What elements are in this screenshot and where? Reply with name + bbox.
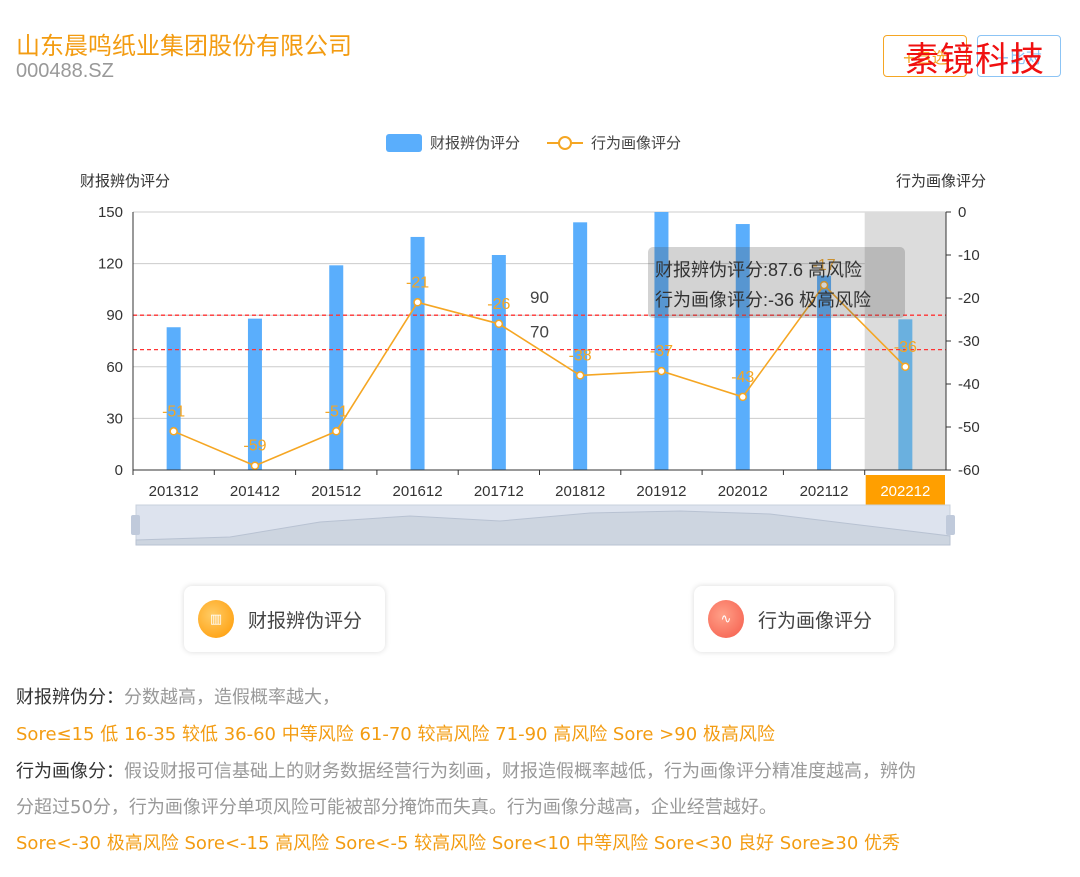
behavior-score-label: 行为画像评分 — [758, 609, 873, 632]
left-tick-label: 30 — [106, 410, 123, 427]
line-point-201612[interactable] — [413, 298, 422, 307]
right-tick-label: -30 — [958, 333, 980, 350]
line-data-label: -36 — [894, 339, 917, 356]
x-tick-label[interactable]: 201312 — [149, 483, 199, 500]
right-tick-label: -60 — [958, 462, 980, 479]
legend[interactable]: 财报辨伪评分 行为画像评分 — [386, 134, 681, 152]
right-tick-label: -20 — [958, 290, 980, 307]
right-axis-title: 行为画像评分 — [896, 173, 986, 190]
legend-bar-swatch — [386, 134, 422, 152]
legend-bar-label: 财报辨伪评分 — [430, 135, 520, 152]
line-data-label: -43 — [731, 369, 754, 386]
line-point-201412[interactable] — [250, 461, 260, 470]
right-tick-label: -40 — [958, 376, 980, 393]
bar-201312[interactable] — [166, 327, 181, 470]
left-tick-label: 60 — [106, 359, 123, 376]
line-point-202012[interactable] — [738, 392, 747, 402]
line-data-label: -37 — [650, 343, 673, 360]
x-tick-label[interactable]: 201812 — [555, 483, 605, 500]
bar-201812[interactable] — [573, 222, 588, 470]
right-tick-label: -10 — [958, 247, 980, 264]
x-tick-label[interactable]: 201712 — [474, 483, 524, 500]
compare-button[interactable]: +比对 — [977, 35, 1061, 77]
x-tick-label[interactable]: 201512 — [311, 483, 361, 500]
line-data-label: -38 — [569, 347, 592, 364]
line-chart-icon: ∿ — [708, 600, 744, 638]
line-point-202212[interactable] — [901, 362, 910, 372]
score-chart[interactable]: 财报辨伪评分 行为画像评分 财报辨伪评分 行为画像评分 90 70 -51 -59 -5… — [0, 120, 1080, 560]
add-watchlist-button[interactable]: +自选 — [883, 35, 967, 77]
left-axis-title: 财报辨伪评分 — [80, 173, 170, 190]
behavior-score-tab[interactable]: ∿ 行为画像评分 — [694, 586, 894, 652]
legend-line-swatch — [558, 136, 572, 150]
line-point-201312[interactable] — [169, 427, 178, 436]
left-tick-label: 120 — [98, 256, 123, 273]
threshold-label: 90 — [530, 288, 549, 307]
financial-score-tab[interactable]: ▥ 财报辨伪评分 — [184, 586, 385, 652]
company-name: 山东晨鸣纸业集团股份有限公司 — [16, 32, 352, 60]
financial-score-label: 财报辨伪评分 — [248, 609, 363, 632]
tooltip-line-2: 行为画像评分:-36 极高风险 — [655, 290, 871, 310]
threshold-label: 70 — [530, 323, 549, 342]
line-point-201512[interactable] — [332, 427, 341, 436]
line-point-201812[interactable] — [575, 371, 585, 380]
bar-201612[interactable] — [410, 236, 425, 470]
line-data-label: -26 — [487, 296, 510, 313]
zoom-handle-left[interactable] — [131, 515, 140, 535]
left-tick-label: 150 — [98, 204, 123, 221]
legend-line-label: 行为画像评分 — [591, 135, 681, 152]
line-data-label: -51 — [325, 403, 348, 420]
line-data-label: -21 — [406, 274, 429, 291]
zoom-handle-right[interactable] — [946, 515, 955, 535]
data-zoom-slider[interactable] — [131, 504, 955, 546]
line-point-201912[interactable] — [657, 366, 666, 376]
bar-chart-icon: ▥ — [198, 600, 234, 638]
line-point-201712[interactable] — [494, 319, 504, 329]
bar-201712[interactable] — [491, 255, 506, 470]
right-tick-label: 0 — [958, 204, 966, 221]
line-data-label: -51 — [162, 403, 185, 420]
x-tick-label[interactable]: 201912 — [636, 483, 686, 500]
stock-code: 000488.SZ — [16, 60, 114, 82]
behavior-scale: Sore<-30 极高风险 Sore<-15 高风险 Sore<-5 较高风险 … — [16, 833, 900, 854]
x-tick-label[interactable]: 202012 — [718, 483, 768, 500]
left-tick-label: 0 — [115, 462, 123, 479]
behavior-note: 行为画像分：假设财报可信基础上的财务数据经营行为刻画，财报造假概率越低，行为画像… — [16, 761, 916, 782]
line-data-label: -59 — [243, 438, 266, 455]
financial-scale: Sore≤15 低 16-35 较低 36-60 中等风险 61-70 较高风险… — [16, 724, 775, 745]
behavior-note-cont: 分超过50分，行为画像评分单项风险可能被部分掩饰而失真。行为画像分越高，企业经营… — [16, 797, 777, 818]
x-tick-label[interactable]: 202112 — [800, 483, 849, 500]
x-tick-label[interactable]: 201412 — [230, 483, 280, 500]
tooltip: 财报辨伪评分:87.6 高风险 行为画像评分:-36 极高风险 — [648, 247, 905, 318]
left-tick-label: 90 — [106, 307, 123, 324]
right-tick-label: -50 — [958, 419, 980, 436]
tooltip-line-1: 财报辨伪评分:87.6 高风险 — [655, 260, 862, 280]
x-tick-label[interactable]: 202212 — [880, 483, 930, 500]
financial-note: 财报辨伪分：分数越高，造假概率越大， — [16, 687, 340, 708]
bar-201512[interactable] — [329, 265, 344, 470]
x-tick-label[interactable]: 201612 — [393, 483, 443, 500]
